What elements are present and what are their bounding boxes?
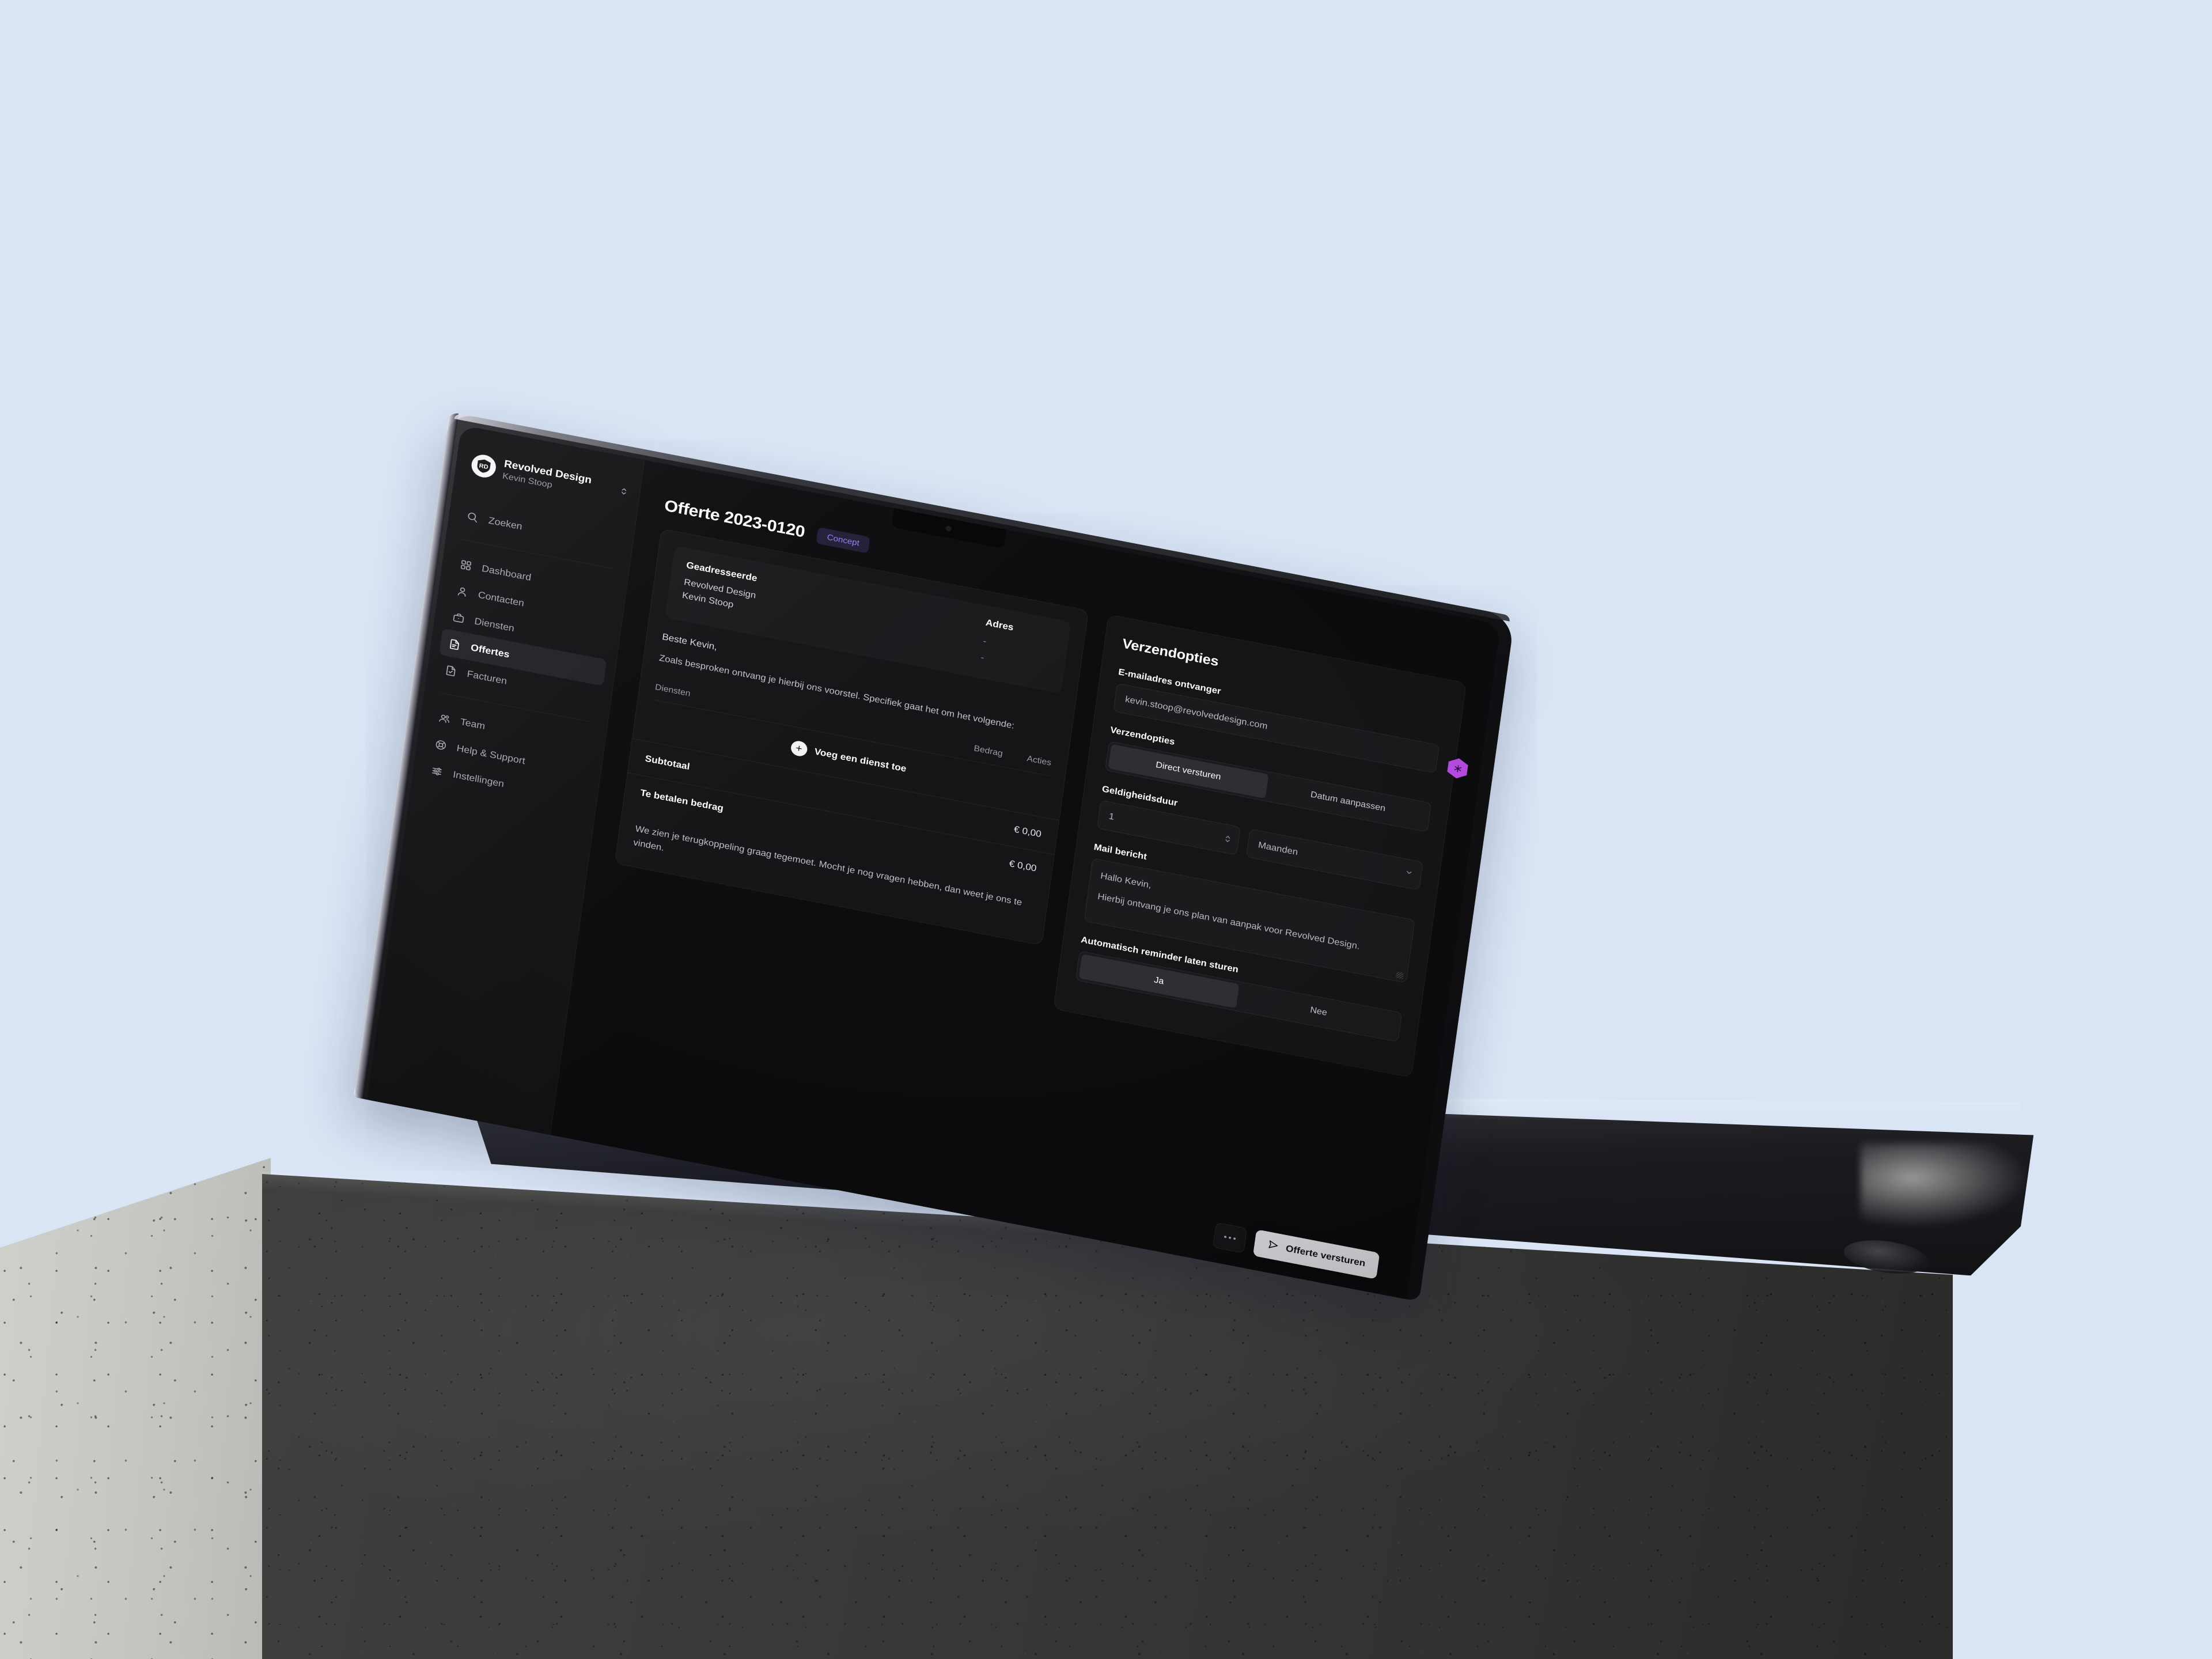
laptop-lid: RD Revolved Design Kevin Stoop Zoeken Da…	[353, 412, 1515, 1302]
sidebar-item-label: Instellingen	[452, 768, 505, 789]
sidebar-item-label: Contacten	[477, 589, 525, 608]
laptop-screen: RD Revolved Design Kevin Stoop Zoeken Da…	[367, 425, 1501, 1300]
col-actions-header: Acties	[1026, 754, 1052, 768]
scene: RD Revolved Design Kevin Stoop Zoeken Da…	[0, 0, 2212, 1659]
briefcase-icon	[452, 611, 465, 624]
lifebuoy-icon	[434, 738, 448, 751]
pedestal-left-face	[0, 1158, 271, 1659]
rd-monogram-logo: RD	[470, 452, 498, 479]
add-service-label: Voeg een dienst toe	[813, 746, 907, 774]
send-icon	[1267, 1238, 1280, 1254]
concrete-texture-light	[0, 1158, 271, 1659]
col-services-header: Diensten	[654, 683, 691, 699]
ellipsis-icon	[1224, 1235, 1227, 1238]
plus-icon: +	[790, 740, 808, 758]
grid-icon	[459, 558, 473, 571]
col-amount-header: Bedrag	[973, 744, 1003, 759]
subtotal-value: € 0,00	[1013, 824, 1042, 840]
ellipsis-icon	[1228, 1236, 1232, 1239]
subtotal-label: Subtotaal	[644, 753, 691, 772]
search-icon	[466, 510, 480, 524]
address-block: Adres - -	[980, 618, 1056, 680]
sidebar-item-label: Offertes	[470, 641, 510, 660]
stepper-arrows-icon[interactable]	[1224, 834, 1232, 844]
sidebar-nav: Zoeken Dashboard Contacten Diensten Offe…	[412, 499, 634, 815]
quote-preview-card: Geadresseerde Revolved Design Kevin Stoo…	[614, 528, 1089, 946]
total-value: € 0,00	[1008, 858, 1037, 874]
sidebar-item-label: Dashboard	[481, 562, 532, 583]
ellipsis-icon	[1233, 1237, 1236, 1240]
laptop-base-corner-glow	[1861, 1143, 2033, 1230]
user-icon	[456, 585, 469, 598]
webcam-icon	[945, 525, 953, 532]
chevron-up-down-icon	[619, 486, 628, 501]
document-lines-icon	[448, 637, 462, 650]
status-badge: Concept	[816, 527, 870, 554]
more-options-button[interactable]	[1213, 1222, 1248, 1253]
sidebar-item-label: Team	[460, 715, 486, 732]
shipping-options-panel: Verzendopties E-mailadres ontvanger kevi…	[1052, 614, 1469, 1078]
sidebar-item-label: Diensten	[474, 615, 516, 634]
org-switcher[interactable]: RD Revolved Design Kevin Stoop	[455, 449, 641, 507]
sidebar-item-zoeken[interactable]: Zoeken	[457, 501, 624, 559]
sliders-icon	[430, 764, 444, 778]
resize-grip-icon[interactable]	[1396, 971, 1404, 979]
sidebar-item-label: Zoeken	[487, 514, 523, 532]
app-window: RD Revolved Design Kevin Stoop Zoeken Da…	[367, 425, 1501, 1300]
users-icon	[438, 711, 452, 725]
sparkle-hexagon-icon[interactable]	[1446, 756, 1469, 780]
recipient-block: Geadresseerde Revolved Design Kevin Stoo…	[680, 560, 759, 623]
chevron-down-icon	[1404, 868, 1413, 879]
document-check-icon	[445, 664, 459, 677]
sidebar-item-label: Facturen	[466, 668, 508, 687]
total-label: Te betalen bedrag	[639, 787, 725, 814]
